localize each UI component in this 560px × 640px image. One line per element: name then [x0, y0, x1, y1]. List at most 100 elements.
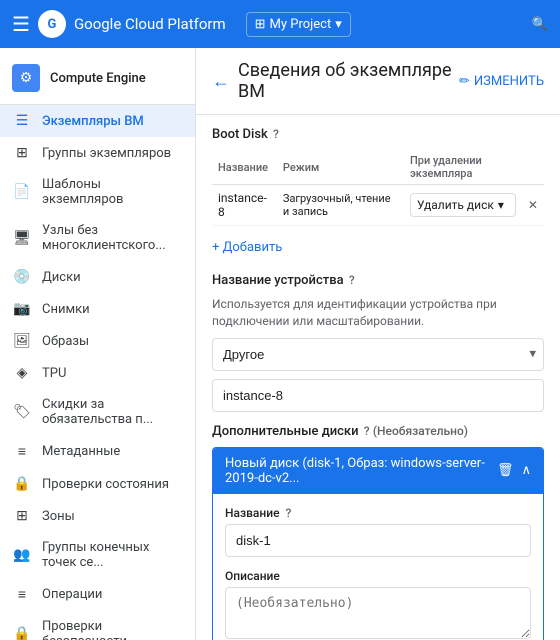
instance-templates-icon: 📄	[12, 184, 32, 200]
disk-desc-label: Описание	[225, 569, 531, 583]
sidebar-item-images[interactable]: 🖼 Образы	[0, 325, 195, 357]
topbar: ☰ G Google Cloud Platform ⊞ My Project ▾…	[0, 0, 560, 48]
col-name: Название	[212, 150, 277, 185]
metadata-icon: ≡	[12, 443, 32, 460]
sidebar-item-zones[interactable]: ⊞ Зоны	[0, 500, 195, 532]
sidebar-item-commitments[interactable]: 🏷 Скидки за обязательства п...	[0, 389, 195, 435]
sidebar-item-label: Образы	[42, 334, 89, 349]
sidebar-item-label: Скидки за обязательства п...	[42, 397, 183, 427]
sidebar-item-operations[interactable]: ≡ Операции	[0, 578, 195, 611]
optional-label: (Необязательно)	[373, 424, 468, 438]
disk-name-help-icon[interactable]: ?	[286, 506, 292, 520]
disk-item-body: Название ? Описание	[213, 494, 543, 640]
boot-disk-table: Название Режим При удалении экземпляра i…	[212, 150, 544, 226]
device-name-input[interactable]	[212, 379, 544, 412]
project-name: My Project	[270, 17, 332, 32]
disk-name-group: Название ?	[225, 506, 531, 557]
table-row: instance-8 Загрузочный, чтение и запись …	[212, 185, 544, 226]
device-type-select[interactable]: Другое	[212, 338, 544, 371]
sidebar-item-instances[interactable]: ☰ Экземпляры ВМ	[0, 105, 195, 137]
disk-item-actions: 🗑 ∧	[497, 463, 531, 478]
instance-name-cell: instance-8	[212, 185, 277, 226]
sidebar-item-label: Метаданные	[42, 444, 120, 459]
boot-disk-help-icon[interactable]: ?	[273, 127, 279, 141]
disk-item: Новый диск (disk-1, Образ: windows-serve…	[212, 447, 544, 640]
search-button[interactable]: 🔍	[532, 17, 548, 32]
col-mode: Режим	[277, 150, 404, 185]
sidebar-item-snapshots[interactable]: 📷 Снимки	[0, 293, 195, 325]
sidebar: ⚙ Compute Engine ☰ Экземпляры ВМ ⊞ Групп…	[0, 48, 196, 640]
additional-disks-section: Дополнительные диски ? (Необязательно) Н…	[212, 424, 544, 640]
topbar-logo: G Google Cloud Platform	[38, 10, 226, 38]
expand-disk-icon[interactable]: ∧	[521, 463, 531, 478]
commitments-icon: 🏷	[12, 404, 32, 420]
additional-disks-title: Дополнительные диски ? (Необязательно)	[212, 424, 544, 439]
back-button[interactable]: ←	[212, 71, 230, 92]
additional-disks-help-icon[interactable]: ?	[364, 424, 370, 438]
boot-disk-title: Boot Disk ?	[212, 127, 544, 142]
sidebar-item-instance-templates[interactable]: 📄 Шаблоны экземпляров	[0, 169, 195, 215]
sidebar-item-sole-tenant[interactable]: 🖥 Узлы без многоклиентского...	[0, 215, 195, 261]
sole-tenant-icon: 🖥	[12, 230, 32, 246]
sidebar-item-label: Шаблоны экземпляров	[42, 177, 183, 207]
google-logo: G	[38, 10, 66, 38]
compute-engine-icon: ⚙	[12, 64, 40, 92]
add-disk-button[interactable]: + Добавить	[212, 234, 544, 261]
sidebar-item-health-checks[interactable]: 🔒 Проверки состояния	[0, 468, 195, 500]
project-selector[interactable]: ⊞ My Project ▾	[246, 12, 351, 37]
menu-icon[interactable]: ☰	[12, 12, 30, 36]
disk-item-header: Новый диск (disk-1, Образ: windows-serve…	[213, 448, 543, 494]
sidebar-item-label: Узлы без многоклиентского...	[42, 223, 183, 253]
layout: ⚙ Compute Engine ☰ Экземпляры ВМ ⊞ Групп…	[0, 48, 560, 640]
health-checks-icon: 🔒	[12, 476, 32, 492]
sidebar-item-label: Группы конечных точек се...	[42, 540, 183, 570]
delete-option-cell: Удалить диск ▾	[404, 185, 522, 226]
sidebar-title: Compute Engine	[50, 71, 146, 86]
edit-button[interactable]: ✏ ИЗМЕНИТЬ	[459, 74, 544, 89]
disk-item-title: Новый диск (disk-1, Образ: windows-serve…	[225, 456, 497, 486]
tpu-icon: ◈	[12, 365, 32, 381]
sidebar-item-metadata[interactable]: ≡ Метаданные	[0, 435, 195, 468]
disk-name-input[interactable]	[225, 524, 531, 557]
operations-icon: ≡	[12, 586, 32, 603]
instance-groups-icon: ⊞	[12, 145, 32, 161]
device-name-title: Название устройства ?	[212, 273, 544, 288]
sidebar-item-label: Зоны	[42, 509, 75, 524]
sidebar-item-disks[interactable]: 💿 Диски	[0, 261, 195, 293]
topbar-title: Google Cloud Platform	[74, 15, 226, 33]
col-delete: При удалении экземпляра	[404, 150, 522, 185]
main-content: ← Сведения об экземпляре ВМ ✏ ИЗМЕНИТЬ B…	[196, 48, 560, 640]
close-icon[interactable]: ✕	[528, 198, 538, 212]
page-header: ← Сведения об экземпляре ВМ ✏ ИЗМЕНИТЬ	[196, 48, 560, 115]
disk-name-label: Название ?	[225, 506, 531, 520]
endpoint-groups-icon: 👥	[12, 547, 32, 563]
disks-icon: 💿	[12, 269, 32, 285]
device-name-help-icon[interactable]: ?	[349, 273, 355, 287]
zones-icon: ⊞	[12, 508, 32, 524]
snapshots-icon: 📷	[12, 301, 32, 317]
sidebar-item-label: Группы экземпляров	[42, 146, 171, 161]
instance-mode-cell: Загрузочный, чтение и запись	[277, 185, 404, 226]
sidebar-item-label: Снимки	[42, 302, 90, 317]
sidebar-item-instance-groups[interactable]: ⊞ Группы экземпляров	[0, 137, 195, 169]
device-type-wrapper: Другое ▾	[212, 338, 544, 371]
sidebar-header: ⚙ Compute Engine	[0, 48, 195, 105]
disk-desc-input[interactable]	[225, 587, 531, 639]
delete-disk-icon[interactable]: 🗑	[497, 463, 514, 478]
sidebar-item-endpoint-groups[interactable]: 👥 Группы конечных точек се...	[0, 532, 195, 578]
sidebar-item-label: Операции	[42, 587, 102, 602]
delete-select[interactable]: Удалить диск ▾	[410, 193, 516, 217]
edit-icon: ✏	[459, 74, 470, 89]
sidebar-item-label: Экземпляры ВМ	[42, 114, 144, 129]
project-arrow-icon: ▾	[335, 17, 342, 32]
delete-arrow-icon: ▾	[498, 198, 504, 212]
device-name-section: Название устройства ? Используется для и…	[212, 273, 544, 412]
sidebar-item-tpu[interactable]: ◈ TPU	[0, 357, 195, 389]
instances-icon: ☰	[12, 113, 32, 129]
sidebar-item-security[interactable]: 🔒 Проверки безопасности	[0, 611, 195, 640]
images-icon: 🖼	[12, 333, 32, 349]
edit-label: ИЗМЕНИТЬ	[474, 74, 544, 89]
sidebar-item-label: Проверки состояния	[42, 477, 169, 492]
sidebar-item-label: Диски	[42, 270, 81, 285]
content-area: Boot Disk ? Название Режим При удалении …	[196, 115, 560, 640]
